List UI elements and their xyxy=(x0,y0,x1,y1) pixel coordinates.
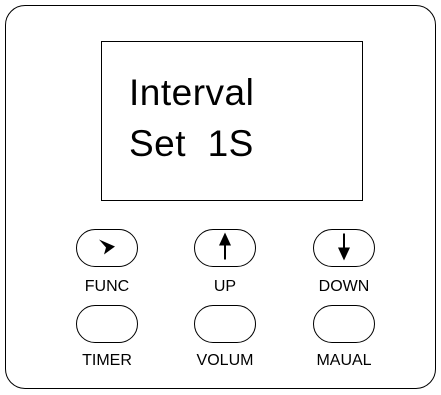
timer-button[interactable] xyxy=(76,305,138,343)
maual-label: MAUAL xyxy=(316,352,372,369)
down-label: DOWN xyxy=(318,278,370,295)
volum-button[interactable] xyxy=(194,305,256,343)
arrow-down-icon xyxy=(334,232,354,265)
func-button[interactable] xyxy=(76,229,138,267)
timer-label: TIMER xyxy=(82,352,132,369)
volum-label: VOLUM xyxy=(196,352,254,369)
up-label: UP xyxy=(213,278,237,295)
arrow-bottom-right-icon xyxy=(96,236,118,261)
down-button[interactable] xyxy=(313,229,375,267)
display-line-2: Set 1S xyxy=(129,123,254,164)
maual-button[interactable] xyxy=(313,305,375,343)
display-line-1: Interval xyxy=(129,72,255,113)
func-label: FUNC xyxy=(84,278,130,295)
up-button[interactable] xyxy=(194,229,256,267)
arrow-up-icon xyxy=(215,232,235,265)
lcd-display: Interval Set 1S xyxy=(101,41,363,201)
